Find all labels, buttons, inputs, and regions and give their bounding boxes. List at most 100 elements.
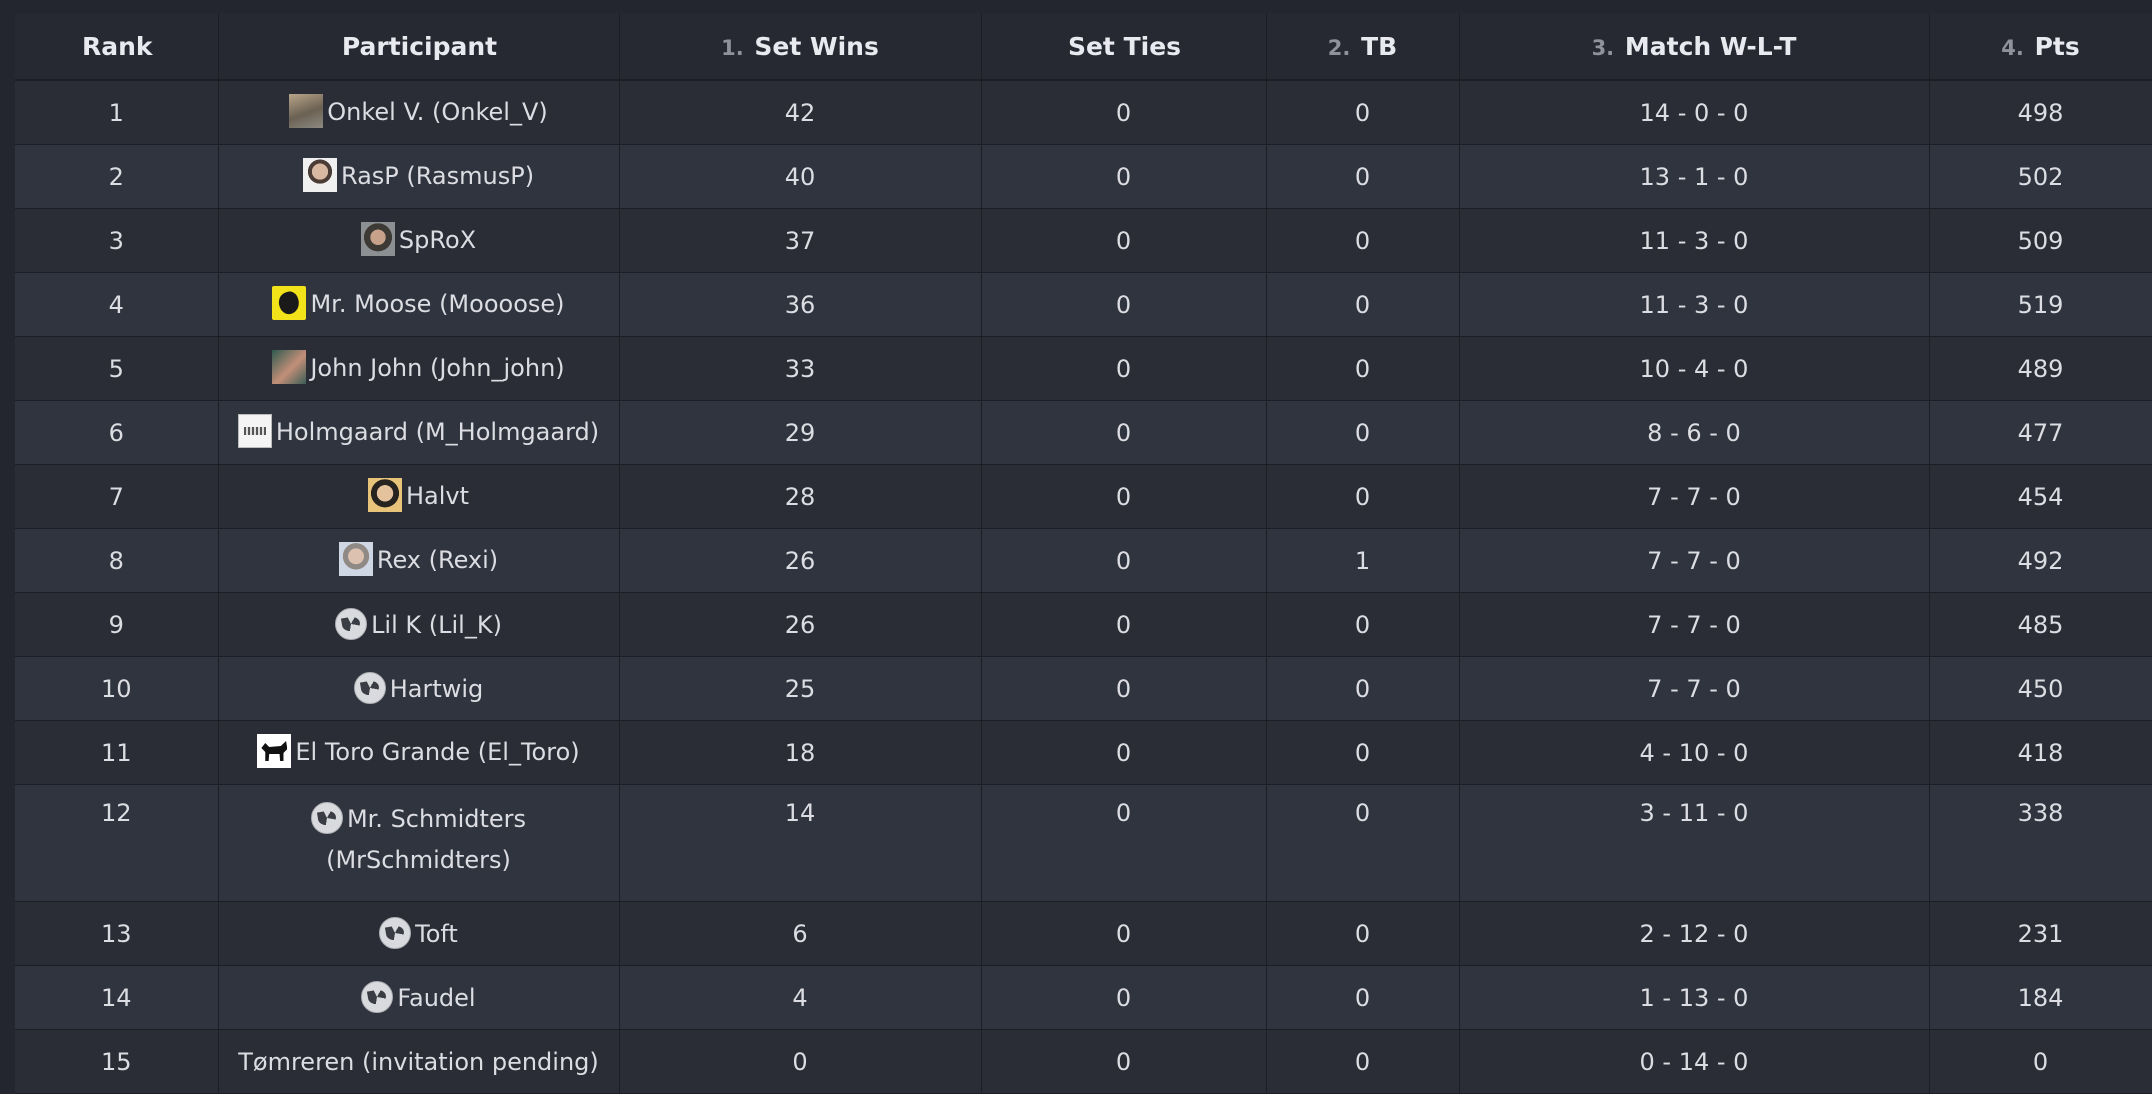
default-avatar-icon [335, 607, 368, 640]
match-wlt-cell: 1 - 13 - 0 [1459, 965, 1930, 1030]
table-row: 1 Onkel V. (Onkel_V) 42 0 0 14 - 0 - 0 4… [15, 80, 2152, 145]
column-header-set-ties[interactable]: Set Ties [981, 13, 1267, 81]
set-ties-cell: 0 [981, 144, 1267, 209]
match-wlt-cell: 8 - 6 - 0 [1459, 400, 1930, 465]
pts-cell: 338 [1929, 784, 2152, 902]
column-header-match-wlt[interactable]: 3. Match W-L-T [1459, 13, 1930, 81]
standings-body: 1 Onkel V. (Onkel_V) 42 0 0 14 - 0 - 0 4… [15, 80, 2152, 1094]
participant-name[interactable]: Mr. Moose (Moooose) [310, 290, 564, 318]
table-row: 4 Mr. Moose (Moooose) 36 0 0 11 - 3 - 0 … [15, 272, 2152, 337]
set-ties-cell: 0 [981, 528, 1267, 593]
match-wlt-cell: 11 - 3 - 0 [1459, 272, 1930, 337]
participant-name[interactable]: Holmgaard (M_Holmgaard) [276, 418, 599, 446]
default-avatar-icon [379, 916, 412, 949]
participant-name[interactable]: SpRoX [399, 226, 476, 254]
tb-cell: 0 [1266, 720, 1460, 785]
set-wins-cell: 28 [619, 464, 982, 529]
set-ties-cell: 0 [981, 720, 1267, 785]
tb-cell: 0 [1266, 656, 1460, 721]
pts-cell: 498 [1929, 80, 2152, 145]
logo-avatar-icon [237, 414, 272, 448]
participant-name[interactable]: Toft [415, 920, 458, 948]
pts-cell: 0 [1929, 1029, 2152, 1094]
column-header-pts[interactable]: 4. Pts [1929, 13, 2152, 81]
standings-table: Rank Participant 1. Set Wins Set Ties 2.… [15, 13, 2152, 1094]
rank-cell: 4 [15, 272, 219, 337]
pts-cell: 450 [1929, 656, 2152, 721]
table-row: 13 Toft 6 0 0 2 - 12 - 0 231 [15, 901, 2152, 966]
set-wins-cell: 37 [619, 208, 982, 273]
pts-cell: 477 [1929, 400, 2152, 465]
set-ties-cell: 0 [981, 784, 1267, 902]
set-wins-cell: 40 [619, 144, 982, 209]
table-header-row: Rank Participant 1. Set Wins Set Ties 2.… [15, 13, 2152, 81]
participant-cell[interactable]: Mr. Moose (Moooose) [218, 272, 620, 337]
participant-cell: Tømreren (invitation pending) [218, 1029, 620, 1094]
participant-cell[interactable]: Faudel [218, 965, 620, 1030]
match-wlt-cell: 11 - 3 - 0 [1459, 208, 1930, 273]
participant-name[interactable]: RasP (RasmusP) [341, 162, 534, 190]
face-avatar-icon [367, 478, 402, 512]
column-header-participant[interactable]: Participant [218, 13, 620, 81]
participant-cell[interactable]: Lil K (Lil_K) [218, 592, 620, 657]
participant-name[interactable]: Onkel V. (Onkel_V) [327, 98, 548, 126]
participant-cell[interactable]: Onkel V. (Onkel_V) [218, 80, 620, 145]
tb-cell: 0 [1266, 144, 1460, 209]
table-row: 15 Tømreren (invitation pending) 0 0 0 0… [15, 1029, 2152, 1094]
participant-name[interactable]: Rex (Rexi) [377, 546, 498, 574]
participant-name[interactable]: John John (John_john) [310, 354, 564, 382]
table-row: 2 RasP (RasmusP) 40 0 0 13 - 1 - 0 502 [15, 144, 2152, 209]
match-wlt-cell: 13 - 1 - 0 [1459, 144, 1930, 209]
participant-cell[interactable]: John John (John_john) [218, 336, 620, 401]
rank-cell: 3 [15, 208, 219, 273]
pts-cell: 184 [1929, 965, 2152, 1030]
rank-cell: 9 [15, 592, 219, 657]
rank-cell: 14 [15, 965, 219, 1030]
pts-cell: 492 [1929, 528, 2152, 593]
table-row: 12 Mr. Schmidters (MrSchmidters) 14 0 0 … [15, 784, 2152, 902]
participant-cell[interactable]: Mr. Schmidters (MrSchmidters) [218, 784, 620, 902]
table-row: 6 Holmgaard (M_Holmgaard) 29 0 0 8 - 6 -… [15, 400, 2152, 465]
set-ties-cell: 0 [981, 965, 1267, 1030]
match-wlt-cell: 7 - 7 - 0 [1459, 656, 1930, 721]
participant-cell[interactable]: SpRoX [218, 208, 620, 273]
set-wins-cell: 14 [619, 784, 982, 902]
set-wins-cell: 6 [619, 901, 982, 966]
participant-name: Tømreren (invitation pending) [238, 1047, 599, 1076]
participant-cell[interactable]: Rex (Rexi) [218, 528, 620, 593]
participant-cell[interactable]: El Toro Grande (El_Toro) [218, 720, 620, 785]
participant-cell[interactable]: RasP (RasmusP) [218, 144, 620, 209]
participant-name[interactable]: Faudel [397, 984, 475, 1012]
set-wins-cell: 4 [619, 965, 982, 1030]
pts-cell: 231 [1929, 901, 2152, 966]
table-row: 5 John John (John_john) 33 0 0 10 - 4 - … [15, 336, 2152, 401]
set-wins-cell: 25 [619, 656, 982, 721]
column-header-rank[interactable]: Rank [15, 13, 219, 81]
column-header-set-wins[interactable]: 1. Set Wins [619, 13, 982, 81]
tb-cell: 0 [1266, 1029, 1460, 1094]
match-wlt-cell: 3 - 11 - 0 [1459, 784, 1930, 902]
set-ties-cell: 0 [981, 1029, 1267, 1094]
participant-name[interactable]: El Toro Grande (El_Toro) [295, 738, 579, 766]
rank-cell: 8 [15, 528, 219, 593]
participant-cell[interactable]: Toft [218, 901, 620, 966]
participant-cell[interactable]: Hartwig [218, 656, 620, 721]
rank-cell: 6 [15, 400, 219, 465]
match-wlt-cell: 10 - 4 - 0 [1459, 336, 1930, 401]
participant-name[interactable]: Lil K (Lil_K) [371, 611, 502, 639]
participant-name[interactable]: Hartwig [390, 675, 484, 703]
match-wlt-cell: 2 - 12 - 0 [1459, 901, 1930, 966]
pts-cell: 418 [1929, 720, 2152, 785]
participant-name[interactable]: Mr. Schmidters (MrSchmidters) [326, 805, 526, 874]
participant-cell[interactable]: Halvt [218, 464, 620, 529]
rank-cell: 13 [15, 901, 219, 966]
participant-cell[interactable]: Holmgaard (M_Holmgaard) [218, 400, 620, 465]
column-header-tb[interactable]: 2. TB [1266, 13, 1460, 81]
tb-cell: 1 [1266, 528, 1460, 593]
rank-cell: 12 [15, 784, 219, 902]
participant-name[interactable]: Halvt [406, 482, 469, 510]
set-wins-cell: 0 [619, 1029, 982, 1094]
rank-cell: 5 [15, 336, 219, 401]
set-ties-cell: 0 [981, 464, 1267, 529]
rank-cell: 1 [15, 80, 219, 145]
